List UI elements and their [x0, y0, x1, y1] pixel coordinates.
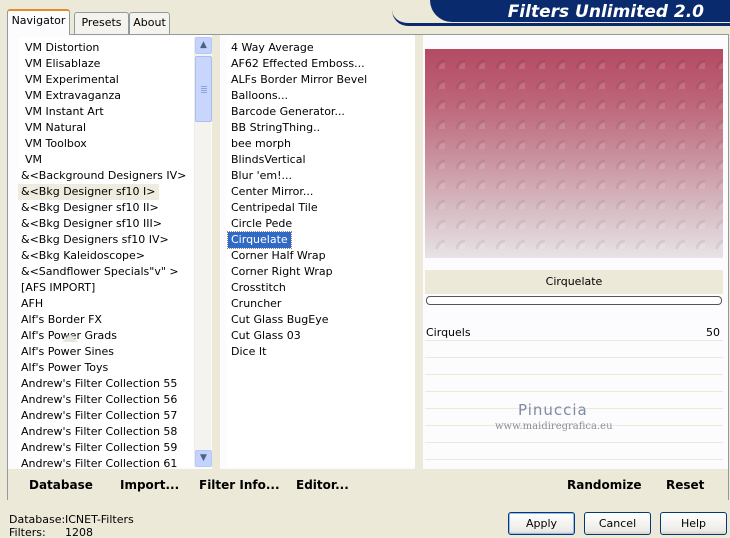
filter-item[interactable]: Balloons... [228, 88, 291, 104]
database-label: Database: [9, 513, 66, 526]
category-item[interactable]: Andrew's Filter Collection 57 [18, 408, 180, 424]
tab-presets[interactable]: Presets [74, 12, 129, 34]
filter-item[interactable]: Barcode Generator... [228, 104, 348, 120]
filter-item[interactable]: Centripedal Tile [228, 200, 321, 216]
category-item[interactable]: VM Natural [18, 120, 89, 136]
help-button[interactable]: Help [660, 512, 727, 535]
divider [212, 35, 220, 501]
parameter-row-empty [425, 342, 723, 358]
parameter-row[interactable]: Cirquels 50 [425, 325, 723, 341]
category-item[interactable]: &<Bkg Kaleidoscope> [18, 248, 148, 264]
filter-item[interactable]: 4 Way Average [228, 40, 317, 56]
filter-item[interactable]: Cut Glass 03 [228, 328, 304, 344]
parameter-row-empty [425, 359, 723, 375]
filter-item[interactable]: Corner Right Wrap [228, 264, 336, 280]
category-item[interactable]: VM Extravaganza [18, 88, 124, 104]
filter-item[interactable]: AF62 Effected Emboss... [228, 56, 368, 72]
filter-item[interactable]: bee morph [228, 136, 294, 152]
filter-item[interactable]: Cut Glass BugEye [228, 312, 331, 328]
filter-item[interactable]: BlindsVertical [228, 152, 309, 168]
category-item[interactable]: Andrew's Filter Collection 55 [18, 376, 180, 392]
tab-about[interactable]: About [129, 12, 170, 34]
filters-info: Filters: 1208 [9, 526, 93, 538]
filter-item[interactable]: Cruncher [228, 296, 284, 312]
category-item[interactable]: Alf's Power Sines [18, 344, 117, 360]
filter-item[interactable]: Crosstitch [228, 280, 289, 296]
category-item[interactable]: Alf's Power Toys [18, 360, 111, 376]
filter-item[interactable]: ALFs Border Mirror Bevel [228, 72, 370, 88]
apply-button[interactable]: Apply [508, 512, 575, 535]
reset-button[interactable]: Reset [666, 478, 704, 492]
category-item[interactable]: &<Bkg Designer sf10 II> [18, 200, 162, 216]
progress-bar [426, 296, 722, 305]
filter-item[interactable]: Center Mirror... [228, 184, 316, 200]
category-item[interactable]: AFH [18, 296, 46, 312]
filter-item[interactable]: Dice It [228, 344, 269, 360]
category-item[interactable]: VM Instant Art [18, 104, 107, 120]
scrollbar-thumb[interactable] [195, 56, 212, 122]
filter-info-button[interactable]: Filter Info... [199, 478, 280, 492]
parameter-value: 50 [706, 326, 720, 339]
divider [415, 35, 423, 501]
preview-image [425, 49, 723, 258]
database-value: ICNET-Filters [65, 513, 134, 526]
database-info: Database:ICNET-Filters [9, 513, 134, 526]
category-list[interactable]: VM Distortion VM Elisablaze VM Experimenta… [18, 37, 194, 467]
category-item[interactable]: VM Distortion [18, 40, 102, 56]
arrow-down-icon[interactable]: ▼ [195, 450, 212, 467]
filters-label: Filters: [9, 526, 46, 538]
category-item[interactable]: Andrew's Filter Collection 58 [18, 424, 180, 440]
watermark-site: www.maidiregrafica.eu [495, 421, 613, 432]
category-item[interactable]: VM Elisablaze [18, 56, 103, 72]
filter-item[interactable]: Corner Half Wrap [228, 248, 329, 264]
category-item[interactable]: VM Experimental [18, 72, 122, 88]
slider-marker-icon [62, 334, 78, 342]
category-item[interactable]: &<Sandflower Specials"v" > [18, 264, 182, 280]
category-item[interactable]: &<Bkg Designer sf10 III> [18, 216, 165, 232]
category-item[interactable]: Andrew's Filter Collection 59 [18, 440, 180, 456]
import-button[interactable]: Import... [120, 478, 179, 492]
filter-item[interactable]: BB StringThing.. [228, 120, 323, 136]
parameter-label: Cirquels [426, 326, 471, 339]
navigator-panel: VM Distortion VM Elisablaze VM Experimenta… [7, 34, 729, 501]
randomize-button[interactable]: Randomize [567, 478, 641, 492]
filter-item[interactable]: Circle Pede [228, 216, 295, 232]
category-item[interactable]: [AFS IMPORT] [18, 280, 98, 296]
cancel-button[interactable]: Cancel [584, 512, 651, 535]
category-item[interactable]: &<Bkg Designers sf10 IV> [18, 232, 172, 248]
category-item[interactable]: &<Bkg Designer sf10 I> [18, 184, 159, 200]
category-item[interactable]: Alf's Border FX [18, 312, 105, 328]
category-item[interactable]: VM [18, 152, 45, 168]
filter-list[interactable]: 4 Way Average AF62 Effected Emboss... ALFs… [226, 37, 415, 467]
arrow-up-icon[interactable]: ▲ [195, 37, 212, 54]
editor-button[interactable]: Editor... [296, 478, 349, 492]
parameter-row-empty [425, 444, 723, 460]
category-item[interactable]: &<Background Designers IV> [18, 168, 189, 184]
filter-item[interactable]: Cirquelate [227, 231, 292, 249]
filters-count: 1208 [65, 526, 93, 538]
category-item[interactable]: Andrew's Filter Collection 56 [18, 392, 180, 408]
tab-navigator[interactable]: Navigator [7, 9, 70, 35]
database-button[interactable]: Database [29, 478, 93, 492]
parameter-row-empty [425, 376, 723, 392]
watermark-name: Pinuccia [518, 401, 588, 419]
filter-item[interactable]: Blur 'em!... [228, 168, 295, 184]
category-scrollbar[interactable]: ▲ ▼ [194, 37, 212, 467]
filter-name-label: Cirquelate [425, 270, 723, 294]
category-item[interactable]: Andrew's Filter Collection 61 [18, 456, 180, 467]
app-title: Filters Unlimited 2.0 [430, 0, 730, 22]
category-item[interactable]: VM Toolbox [18, 136, 90, 152]
